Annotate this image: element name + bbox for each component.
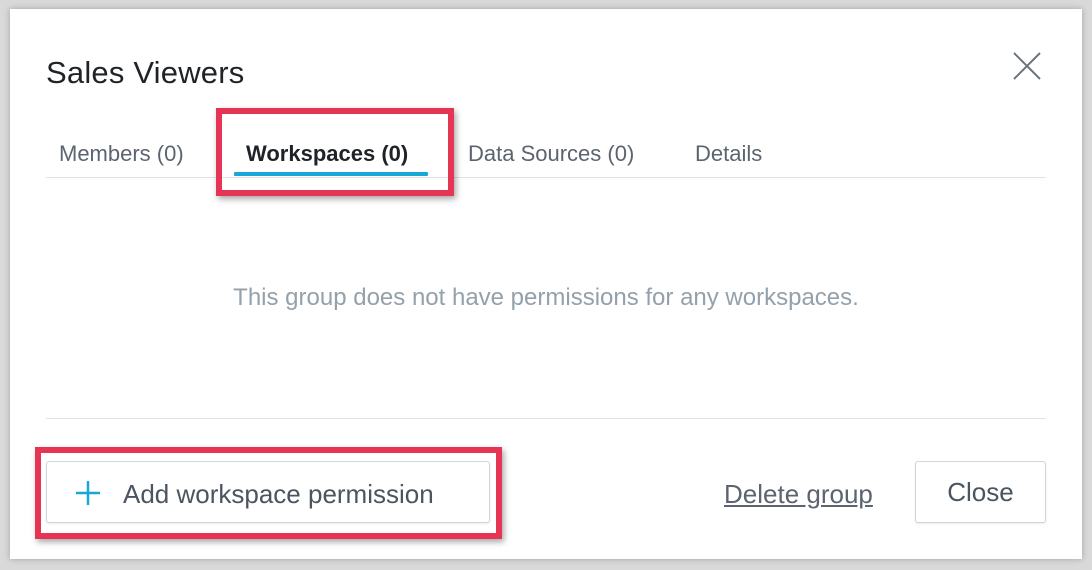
dialog-title: Sales Viewers [46, 55, 245, 90]
tab-data-sources[interactable]: Data Sources (0) [468, 141, 634, 167]
tab-details[interactable]: Details [695, 141, 762, 167]
tab-bar: Members (0) Workspaces (0) Data Sources … [46, 129, 1046, 178]
plus-icon [75, 480, 101, 506]
add-workspace-permission-label: Add workspace permission [123, 479, 434, 509]
active-tab-indicator [234, 172, 428, 176]
group-dialog: Sales Viewers Members (0) Workspaces (0)… [10, 9, 1082, 559]
close-icon[interactable] [1010, 49, 1044, 83]
empty-state-message: This group does not have permissions for… [233, 284, 859, 311]
close-button[interactable]: Close [915, 461, 1046, 523]
footer-divider [46, 418, 1046, 419]
tab-members[interactable]: Members (0) [59, 141, 184, 167]
tab-workspaces[interactable]: Workspaces (0) [246, 141, 408, 167]
add-workspace-permission-button[interactable]: Add workspace permission [46, 461, 490, 523]
delete-group-link[interactable]: Delete group [724, 479, 873, 510]
